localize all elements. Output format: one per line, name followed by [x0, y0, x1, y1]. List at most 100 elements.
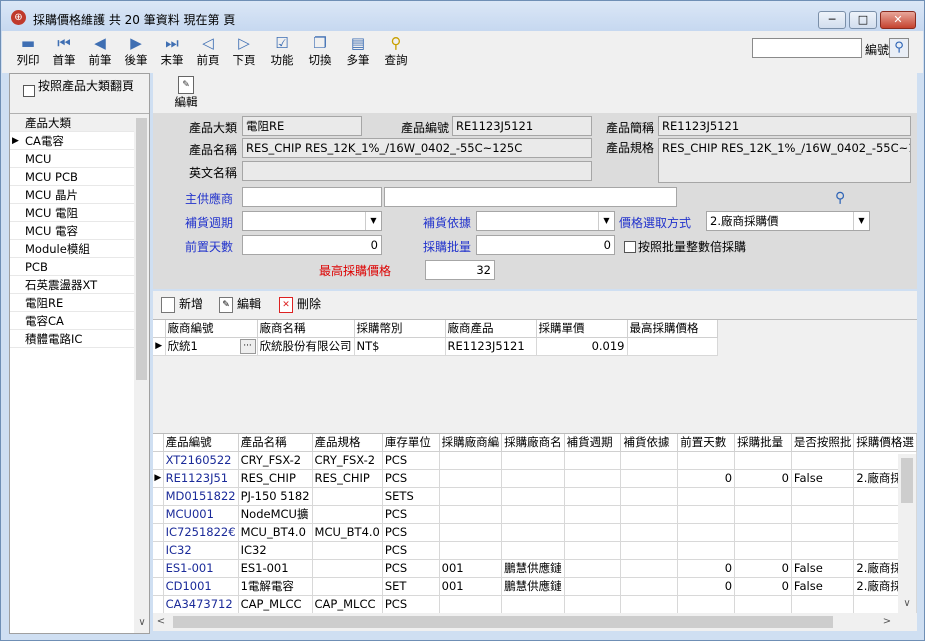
column-header[interactable]: 採購廠商編 [439, 434, 503, 452]
supplier-code-field[interactable] [242, 187, 382, 207]
table-cell[interactable] [312, 577, 383, 596]
column-header[interactable]: 採購單價 [536, 320, 628, 338]
table-cell[interactable] [439, 487, 503, 506]
category-item[interactable]: MCU 電容 [10, 222, 134, 240]
column-header[interactable]: 補貨依據 [620, 434, 679, 452]
next-record-button[interactable]: ▶ 後筆 [118, 33, 154, 71]
column-header[interactable]: 廠商編號 [165, 320, 258, 338]
search-input[interactable] [752, 38, 862, 58]
table-cell[interactable] [734, 541, 792, 560]
table-cell[interactable] [734, 451, 792, 470]
table-cell[interactable] [791, 487, 855, 506]
category-item[interactable]: 電容CA [10, 312, 134, 330]
unit-price-cell[interactable]: 0.019 [536, 337, 628, 356]
table-cell[interactable] [312, 487, 383, 506]
scroll-right-icon[interactable]: > [879, 616, 895, 627]
column-header[interactable]: 採購廠商名 [501, 434, 565, 452]
table-cell[interactable] [564, 451, 622, 470]
table-cell[interactable]: RES_CHIP [312, 469, 383, 488]
supplier-name-field[interactable] [384, 187, 677, 207]
multi-record-button[interactable]: ▤ 多筆 [340, 33, 376, 71]
table-cell[interactable] [734, 505, 792, 524]
table-cell[interactable]: PCS [382, 559, 440, 578]
table-cell[interactable]: False [791, 559, 855, 578]
table-cell[interactable] [677, 451, 736, 470]
product-grid-hscrollbar[interactable]: < > [153, 613, 898, 631]
vendor-name-cell[interactable]: 欣統股份有限公司 [257, 337, 355, 356]
table-cell[interactable] [677, 595, 736, 614]
scroll-down-icon[interactable]: ∨ [134, 617, 150, 628]
table-cell[interactable]: ES1-001 [163, 559, 239, 578]
table-cell[interactable]: 0 [677, 469, 736, 488]
column-header[interactable]: 採購價格選 [853, 434, 917, 452]
add-vendor-button[interactable]: 新增 [161, 296, 203, 313]
table-cell[interactable] [501, 451, 565, 470]
edit-record-button[interactable]: ✎ 編輯 [169, 76, 203, 110]
short-name-field[interactable]: RE1123J5121 [658, 116, 911, 136]
table-cell[interactable] [564, 505, 622, 524]
replenish-cycle-select[interactable]: ▼ [242, 211, 382, 231]
spec-field[interactable]: RES_CHIP RES_12K_1%_/16W_0402_-55C~125C [658, 138, 911, 183]
table-cell[interactable]: 001 [439, 577, 503, 596]
table-cell[interactable] [734, 487, 792, 506]
product-grid-scrollbar[interactable]: ∨ [898, 454, 916, 613]
table-row[interactable]: ▶ RE1123J51 RES_CHIP RES_CHIP PCS 0 0 False 2.廠商… [153, 469, 917, 488]
table-cell[interactable] [620, 523, 679, 542]
batch-multiple-checkbox[interactable] [624, 241, 636, 253]
table-cell[interactable]: 0 [734, 469, 792, 488]
table-cell[interactable]: RE1123J51 [163, 469, 239, 488]
table-cell[interactable]: CA3473712 [163, 595, 239, 614]
delete-vendor-button[interactable]: ✕ 刪除 [279, 296, 321, 313]
column-header[interactable]: 庫存單位 [382, 434, 440, 452]
table-cell[interactable]: False [791, 577, 855, 596]
chevron-down-icon[interactable]: ▼ [365, 212, 381, 230]
maximize-button[interactable]: □ [849, 11, 877, 29]
table-cell[interactable] [791, 595, 855, 614]
table-row[interactable]: IC32 IC32 PCS [153, 541, 917, 560]
chevron-down-icon[interactable]: ▼ [853, 212, 869, 230]
table-cell[interactable]: XT2160522 [163, 451, 239, 470]
column-header[interactable]: 採購幣別 [354, 320, 446, 338]
page-by-category-checkbox[interactable] [23, 85, 35, 97]
table-cell[interactable] [439, 595, 503, 614]
vendor-code-cell[interactable]: 欣統1 ··· [165, 337, 258, 356]
table-cell[interactable] [312, 505, 383, 524]
table-cell[interactable] [439, 469, 503, 488]
table-row[interactable]: ES1-001 ES1-001 PCS 001 鵬慧供應鏈 0 0 False 2.廠商採購 [153, 559, 917, 578]
table-cell[interactable]: MCU_BT4.0 [312, 523, 383, 542]
code-field[interactable]: RE1123J5121 [452, 116, 592, 136]
first-record-button[interactable]: ⏮ 首筆 [46, 33, 82, 71]
table-row[interactable]: MCU001 NodeMCU擴 PCS [153, 505, 917, 524]
table-cell[interactable] [564, 577, 622, 596]
table-cell[interactable] [501, 595, 565, 614]
search-button[interactable]: ⚲ [889, 38, 909, 58]
table-cell[interactable]: IC32 [238, 541, 313, 560]
supplier-lookup-icon[interactable]: ⚲ [835, 190, 845, 206]
table-row[interactable]: CD1001 1電解電容 SET 001 鵬慧供應鏈 0 0 False 2.廠商採購 [153, 577, 917, 596]
table-cell[interactable]: PCS [382, 505, 440, 524]
column-header[interactable]: 前置天數 [677, 434, 736, 452]
close-button[interactable]: ✕ [880, 11, 916, 29]
table-cell[interactable]: MCU_BT4.0 [238, 523, 313, 542]
ellipsis-icon[interactable]: ··· [239, 338, 256, 354]
column-header[interactable]: 產品名稱 [238, 434, 313, 452]
table-cell[interactable] [501, 523, 565, 542]
column-header[interactable]: 補貨週期 [564, 434, 622, 452]
last-record-button[interactable]: ⏭ 末筆 [154, 33, 190, 71]
table-cell[interactable] [564, 487, 622, 506]
table-cell[interactable] [564, 523, 622, 542]
category-item[interactable]: 電阻RE [10, 294, 134, 312]
currency-cell[interactable]: NT$ [354, 337, 446, 356]
product-name-field[interactable]: RES_CHIP RES_12K_1%_/16W_0402_-55C~125C [242, 138, 592, 158]
category-item[interactable]: MCU [10, 150, 134, 168]
table-cell[interactable]: CAP_MLCC [238, 595, 313, 614]
column-header[interactable]: 產品規格 [312, 434, 383, 452]
table-cell[interactable] [620, 505, 679, 524]
table-cell[interactable] [677, 487, 736, 506]
table-cell[interactable] [620, 487, 679, 506]
table-cell[interactable]: NodeMCU擴 [238, 505, 313, 524]
table-cell[interactable] [620, 577, 679, 596]
table-cell[interactable]: PJ-150 5182 [238, 487, 313, 506]
table-cell[interactable]: 0 [677, 559, 736, 578]
english-name-field[interactable] [242, 161, 592, 181]
